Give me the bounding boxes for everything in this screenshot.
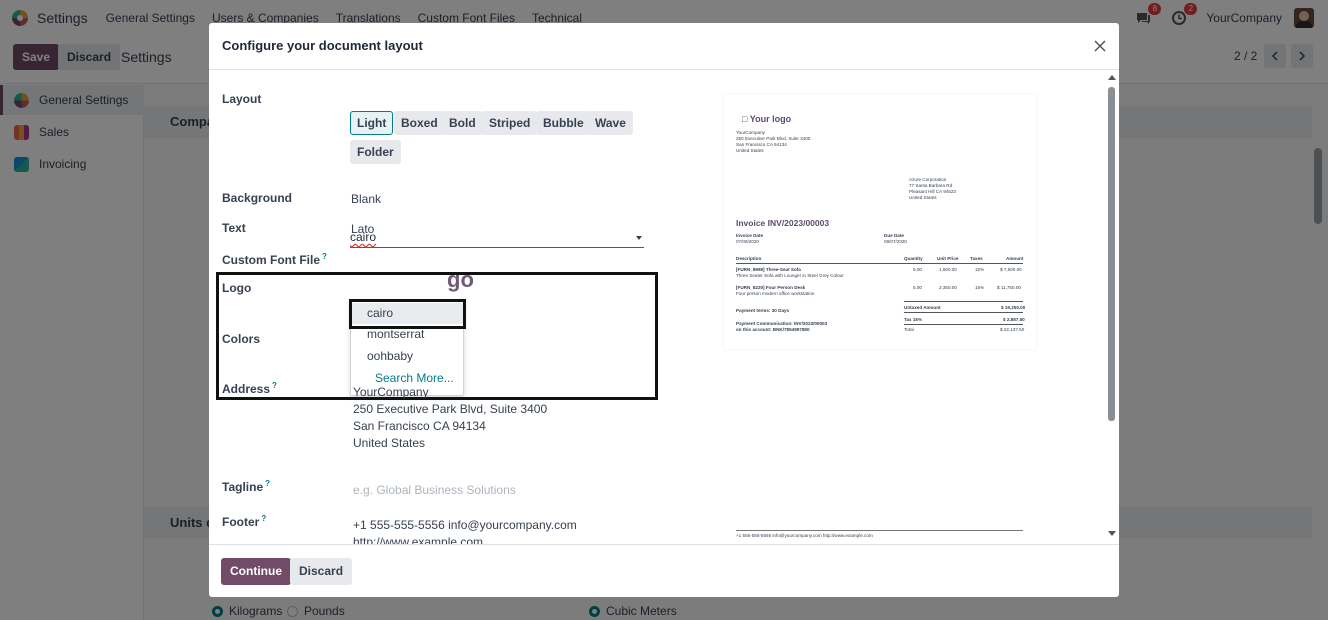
- help-tooltip-icon[interactable]: ?: [261, 514, 266, 523]
- preview-row-price: 2,350.00: [939, 285, 957, 290]
- dialog-scrollbar[interactable]: [1108, 87, 1115, 421]
- close-icon[interactable]: [1091, 37, 1109, 55]
- footer-label: Footer?: [222, 514, 267, 529]
- preview-row-desc: [FURN_8999] Three-Seat Sofa: [736, 267, 801, 272]
- document-preview: □ Your logo YourCompany 250 Executive Pa…: [724, 95, 1036, 349]
- preview-footer-text: +1 555-555-5556 info@yourcompany.com htt…: [736, 533, 873, 538]
- preview-row-qty: 5.00: [913, 267, 922, 272]
- preview-row-tax: 15%: [975, 267, 985, 272]
- preview-payment-communication: Payment Communication: INV/2023/00003: [736, 321, 828, 326]
- preview-company-line: 250 Executive Park Blvd, Suite 3400: [736, 136, 811, 141]
- dialog-footer: Continue Discard: [209, 544, 1119, 597]
- dialog-header: Configure your document layout: [209, 23, 1119, 70]
- layout-option-bubble[interactable]: Bubble: [536, 111, 591, 135]
- preview-invoice-date: 07/08/2020: [736, 239, 759, 244]
- footer-line[interactable]: http://www.example.com: [353, 535, 483, 544]
- custom-font-typed-text: cairo: [350, 230, 377, 244]
- help-tooltip-icon[interactable]: ?: [265, 479, 270, 488]
- preview-company-line: United States: [736, 148, 764, 153]
- preview-row-amount: $ 7,500.00: [1000, 267, 1022, 272]
- preview-row-desc: [FURN_8220] Four Person Desk: [736, 285, 806, 290]
- preview-invoice-title: Invoice INV/2023/00003: [736, 218, 830, 228]
- discard-button[interactable]: Discard: [290, 558, 353, 585]
- preview-company-line: YourCompany: [736, 130, 765, 135]
- preview-col-description: Description: [736, 256, 762, 261]
- preview-tax-label: Tax 15%: [904, 317, 923, 322]
- help-tooltip-icon[interactable]: ?: [272, 381, 277, 390]
- background-value[interactable]: Blank: [351, 192, 381, 206]
- preview-total-label: Total: [904, 327, 914, 332]
- preview-row-tax: 15%: [975, 285, 985, 290]
- annotation-highlight-box: [216, 272, 658, 400]
- preview-payment-account: on this account: BNK/7854997880: [736, 327, 810, 332]
- preview-customer-line: Azure Corporation: [909, 177, 947, 182]
- preview-row-qty: 5.00: [913, 285, 922, 290]
- preview-due-date: 08/07/2020: [884, 239, 907, 244]
- preview-customer-line: Pleasant Hill CA 94523: [909, 189, 956, 194]
- preview-row-amount: $ 11,750.00: [997, 285, 1021, 290]
- preview-col-taxes: Taxes: [970, 256, 983, 261]
- text-label: Text: [222, 221, 246, 235]
- preview-invoice-date-label: Invoice Date: [736, 233, 764, 238]
- tagline-label: Tagline?: [222, 479, 271, 494]
- preview-due-date-label: Due Date: [884, 233, 904, 238]
- preview-logo: □ Your logo: [742, 114, 792, 124]
- preview-tax: $ 2,887.50: [1003, 317, 1025, 322]
- preview-col-quantity: Quantity: [904, 256, 923, 261]
- preview-totals-rule: [904, 301, 1023, 302]
- layout-option-light[interactable]: Light: [350, 111, 394, 135]
- preview-row-desc: Three Seater Sofa with Lounger in Steel …: [736, 273, 844, 278]
- custom-font-file-input[interactable]: cairo: [350, 228, 644, 248]
- scroll-up-icon[interactable]: [1108, 75, 1116, 80]
- preview-customer-line: 77 Santa Barbara Rd: [909, 183, 953, 188]
- preview-totals-rule: [904, 312, 1023, 313]
- preview-payment-terms: Payment terms: 30 Days: [736, 308, 790, 313]
- footer-line[interactable]: +1 555-555-5556 info@yourcompany.com: [353, 518, 577, 532]
- address-label: Address?: [222, 381, 277, 396]
- preview-row-price: 1,500.00: [939, 267, 957, 272]
- preview-header-rule: [736, 263, 1023, 264]
- address-line: United States: [353, 436, 426, 450]
- preview-untaxed-label: Untaxed Amount: [904, 305, 941, 310]
- layout-option-striped[interactable]: Striped: [482, 111, 538, 135]
- preview-row-desc: Four person modern office workstation: [736, 291, 815, 296]
- address-line: YourCompany: [353, 385, 429, 399]
- preview-col-unit-price: Unit Price: [937, 256, 959, 261]
- preview-total: $ 22,137.50: [1000, 327, 1025, 332]
- preview-footer-rule: [736, 530, 1023, 531]
- scroll-down-icon[interactable]: [1108, 531, 1116, 536]
- preview-company-line: San Francisco CA 94134: [736, 142, 787, 147]
- layout-option-boxed[interactable]: Boxed: [394, 111, 445, 135]
- layout-label: Layout: [222, 92, 262, 106]
- layout-option-wave[interactable]: Wave: [588, 111, 633, 135]
- continue-button[interactable]: Continue: [221, 558, 291, 585]
- background-label: Background: [222, 191, 293, 205]
- preview-customer-line: United States: [909, 195, 937, 200]
- dialog-title: Configure your document layout: [222, 38, 423, 53]
- address-line: San Francisco CA 94134: [353, 419, 486, 433]
- dropdown-caret-icon[interactable]: [636, 236, 642, 240]
- document-layout-dialog: Configure your document layout Layout Li…: [209, 23, 1119, 597]
- dialog-body: Layout Light Boxed Bold Striped Bubble W…: [209, 71, 1119, 544]
- help-tooltip-icon[interactable]: ?: [322, 252, 327, 261]
- preview-totals-rule: [904, 324, 1023, 325]
- address-line: 250 Executive Park Blvd, Suite 3400: [353, 402, 548, 416]
- preview-untaxed: $ 19,250.00: [1001, 305, 1026, 310]
- preview-col-amount: Amount: [1006, 256, 1024, 261]
- tagline-input[interactable]: e.g. Global Business Solutions: [353, 483, 516, 497]
- custom-font-file-label: Custom Font File?: [222, 252, 327, 267]
- layout-option-bold[interactable]: Bold: [442, 111, 483, 135]
- layout-option-folder[interactable]: Folder: [350, 140, 401, 164]
